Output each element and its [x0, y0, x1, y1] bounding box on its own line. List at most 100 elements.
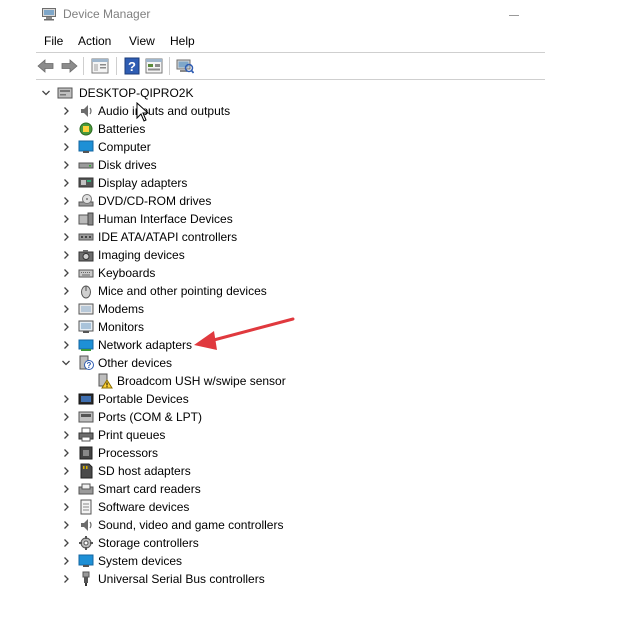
- tree-item-display-adapters[interactable]: Display adapters: [0, 174, 600, 192]
- expand-chevron-icon[interactable]: [60, 213, 72, 225]
- scan-hardware-button[interactable]: [175, 56, 195, 76]
- disk-drive-icon: [78, 157, 94, 173]
- tree-item-storage-controllers[interactable]: Storage controllers: [0, 534, 600, 552]
- expand-chevron-icon[interactable]: [60, 249, 72, 261]
- tree-item-dvd-cd-rom-drives[interactable]: DVD/CD-ROM drives: [0, 192, 600, 210]
- tree-item-imaging-devices[interactable]: Imaging devices: [0, 246, 600, 264]
- expand-chevron-icon[interactable]: [60, 285, 72, 297]
- view-toggle-button[interactable]: [144, 56, 164, 76]
- tree-item-label: System devices: [98, 554, 183, 568]
- collapse-chevron-icon[interactable]: [60, 357, 72, 369]
- tree-item-software-devices[interactable]: Software devices: [0, 498, 600, 516]
- expand-chevron-icon[interactable]: [60, 231, 72, 243]
- computer-tree-root-icon: [57, 85, 73, 101]
- tree-item-portable-devices[interactable]: Portable Devices: [0, 390, 600, 408]
- expand-chevron-icon[interactable]: [60, 555, 72, 567]
- toolbar-separator: [116, 57, 117, 75]
- port-icon: [78, 409, 94, 425]
- tree-item-print-queues[interactable]: Print queues: [0, 426, 600, 444]
- expand-chevron-icon[interactable]: [60, 105, 72, 117]
- menu-file[interactable]: File: [43, 34, 64, 48]
- tree-item-computer[interactable]: Computer: [0, 138, 600, 156]
- tree-item-label: IDE ATA/ATAPI controllers: [98, 230, 238, 244]
- tree-item-modems[interactable]: Modems: [0, 300, 600, 318]
- menu-action[interactable]: Action: [77, 34, 112, 48]
- expand-chevron-icon[interactable]: [60, 123, 72, 135]
- expand-chevron-icon[interactable]: [60, 483, 72, 495]
- tree-item-label: Monitors: [98, 320, 145, 334]
- expand-chevron-icon[interactable]: [60, 393, 72, 405]
- expand-chevron-icon[interactable]: [60, 465, 72, 477]
- tree-item-label: Smart card readers: [98, 482, 201, 496]
- tree-item-label: Broadcom USH w/swipe sensor: [117, 374, 286, 388]
- tree-item-ide-ata-atapi-controllers[interactable]: IDE ATA/ATAPI controllers: [0, 228, 600, 246]
- processor-icon: [78, 445, 94, 461]
- tree-item-audio-inputs-and-outputs[interactable]: Audio inputs and outputs: [0, 102, 600, 120]
- help-icon: ?: [124, 57, 140, 75]
- tree-item-label: Disk drives: [98, 158, 157, 172]
- expand-chevron-icon[interactable]: [60, 519, 72, 531]
- tree-item-label: Sound, video and game controllers: [98, 518, 284, 532]
- collapse-chevron-icon[interactable]: [40, 87, 52, 99]
- tree-item-label: Processors: [98, 446, 159, 460]
- tree-item-keyboards[interactable]: Keyboards: [0, 264, 600, 282]
- toolbar-separator: [83, 57, 84, 75]
- expand-chevron-icon[interactable]: [60, 411, 72, 423]
- software-device-icon: [78, 499, 94, 515]
- expand-chevron-icon[interactable]: [60, 267, 72, 279]
- expand-chevron-icon[interactable]: [60, 537, 72, 549]
- portable-device-icon: [78, 391, 94, 407]
- expand-chevron-icon[interactable]: [60, 303, 72, 315]
- menu-help[interactable]: Help: [169, 34, 196, 48]
- monitor-icon: [78, 319, 94, 335]
- expand-chevron-icon[interactable]: [60, 177, 72, 189]
- expand-chevron-icon[interactable]: [60, 141, 72, 153]
- tree-item-label: Display adapters: [98, 176, 188, 190]
- tree-item-processors[interactable]: Processors: [0, 444, 600, 462]
- properties-button[interactable]: [90, 56, 110, 76]
- back-button[interactable]: [36, 56, 56, 76]
- expand-chevron-icon[interactable]: [60, 447, 72, 459]
- speaker-icon: [78, 517, 94, 533]
- forward-button[interactable]: [59, 56, 79, 76]
- svg-text:?: ?: [87, 361, 92, 370]
- usb-icon: [78, 571, 94, 587]
- tree-item-label: Modems: [98, 302, 145, 316]
- keyboard-icon: [78, 265, 94, 281]
- tree-item-label: Other devices: [98, 356, 173, 370]
- expand-chevron-icon[interactable]: [60, 321, 72, 333]
- toolbar-separator: [169, 57, 170, 75]
- tree-item-mice-and-other-pointing-devices[interactable]: Mice and other pointing devices: [0, 282, 600, 300]
- menu-view[interactable]: View: [128, 34, 156, 48]
- tree-item-label: Imaging devices: [98, 248, 185, 262]
- battery-icon: [78, 121, 94, 137]
- scan-hardware-icon: [176, 59, 194, 74]
- tree-item-system-devices[interactable]: System devices: [0, 552, 600, 570]
- tree-item-human-interface-devices[interactable]: Human Interface Devices: [0, 210, 600, 228]
- tree-item-other-devices[interactable]: ? Other devices: [0, 354, 600, 372]
- mouse-icon: [78, 283, 94, 299]
- tree-root[interactable]: DESKTOP-QIPRO2K: [0, 84, 600, 102]
- tree-item-batteries[interactable]: Batteries: [0, 120, 600, 138]
- expand-chevron-icon[interactable]: [60, 429, 72, 441]
- tree-item-universal-serial-bus-controllers[interactable]: Universal Serial Bus controllers: [0, 570, 600, 588]
- expand-chevron-icon[interactable]: [60, 501, 72, 513]
- monitor-icon: [78, 139, 94, 155]
- expand-chevron-icon[interactable]: [60, 339, 72, 351]
- tree-item-smart-card-readers[interactable]: Smart card readers: [0, 480, 600, 498]
- tree-item-sound-video-and-game-controllers[interactable]: Sound, video and game controllers: [0, 516, 600, 534]
- tree-item-ports-com-lpt[interactable]: Ports (COM & LPT): [0, 408, 600, 426]
- tree-item-label: Universal Serial Bus controllers: [98, 572, 265, 586]
- help-button[interactable]: ?: [122, 56, 142, 76]
- tree-item-broadcom-ush-swipe-sensor[interactable]: Broadcom USH w/swipe sensor: [0, 372, 600, 390]
- tree-item-monitors[interactable]: Monitors: [0, 318, 600, 336]
- expand-chevron-icon[interactable]: [60, 195, 72, 207]
- hid-icon: [78, 211, 94, 227]
- minimize-button[interactable]: [506, 7, 522, 23]
- expand-chevron-icon[interactable]: [60, 159, 72, 171]
- tree-item-disk-drives[interactable]: Disk drives: [0, 156, 600, 174]
- tree-item-network-adapters[interactable]: Network adapters: [0, 336, 600, 354]
- expand-chevron-icon[interactable]: [60, 573, 72, 585]
- tree-item-sd-host-adapters[interactable]: SD host adapters: [0, 462, 600, 480]
- sd-card-icon: [78, 463, 94, 479]
